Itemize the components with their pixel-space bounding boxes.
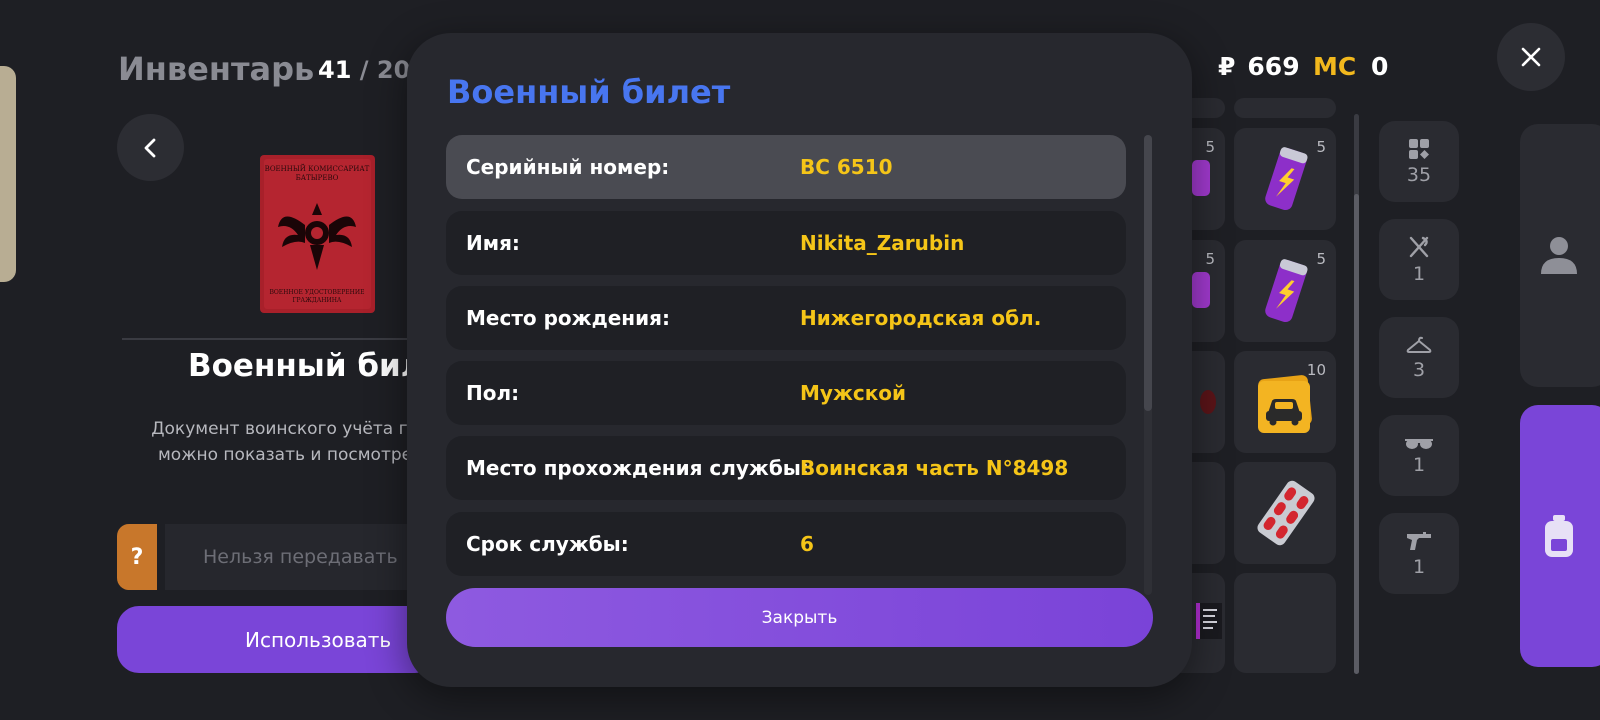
close-inventory-button[interactable] [1497, 23, 1565, 91]
chevron-left-icon [144, 138, 155, 157]
field-value: Мужской [800, 381, 907, 405]
field-label: Место рождения: [466, 306, 670, 330]
inventory-used: 41 [318, 56, 352, 84]
energy-drink-can-icon [1265, 147, 1308, 211]
inventory-slot[interactable]: 10 [1234, 351, 1336, 453]
field-label: Место прохождения службы: [466, 456, 809, 480]
field-row-service-term: Срок службы: 6 [446, 512, 1126, 576]
inventory-separator: / [359, 56, 369, 84]
field-label: Серийный номер: [466, 155, 670, 179]
item-description: Документ воинского учёта гра можно показ… [130, 416, 450, 468]
category-count: 3 [1412, 358, 1426, 381]
inventory-slot[interactable] [1234, 462, 1336, 564]
fork-knife-icon [1409, 236, 1429, 257]
inventory-slot[interactable]: 5 [1234, 128, 1336, 230]
field-label: Пол: [466, 381, 520, 405]
svg-text:ГРАЖДАНИНА: ГРАЖДАНИНА [293, 297, 342, 304]
category-count: 35 [1406, 163, 1432, 186]
slot-count: 5 [1316, 138, 1326, 156]
inventory-title: Инвентарь [118, 50, 315, 88]
field-row-serial: Серийный номер: ВС 6510 [446, 135, 1126, 199]
rub-value: 669 [1247, 52, 1300, 81]
category-all[interactable]: 35 [1379, 121, 1459, 202]
field-value: 6 [800, 532, 814, 556]
transfer-status: Нельзя передавать [165, 524, 425, 590]
partial-item-icon [1200, 390, 1216, 414]
military-id-passport-icon: ВОЕННЫЙ КОМИССАРИАТ БАТЫРЕВО ВОЕННОЕ УДО… [260, 155, 375, 313]
close-modal-button[interactable]: Закрыть [446, 588, 1153, 647]
inventory-screen: Инвентарь 41 / 200 ВОЕННЫЙ КОМИССАРИАТ Б… [0, 0, 1600, 720]
inventory-scrollbar[interactable] [1354, 114, 1359, 674]
modal-title: Военный билет [447, 73, 731, 111]
close-icon [1521, 47, 1541, 67]
item-description-line: можно показать и посмотрет [157, 445, 423, 465]
field-value: Nikita_Zarubin [800, 231, 965, 255]
category-clothes[interactable]: 3 [1379, 317, 1459, 398]
field-row-service-place: Место прохождения службы: Воинская часть… [446, 436, 1126, 500]
field-label: Имя: [466, 231, 520, 255]
hanger-icon [1406, 336, 1432, 353]
category-count: 1 [1412, 555, 1426, 578]
use-button[interactable]: Использовать [117, 606, 437, 673]
slot-count: 5 [1205, 250, 1215, 268]
ruble-icon: ₽ [1218, 52, 1236, 81]
inventory-slot[interactable]: 5 [1234, 240, 1336, 342]
car-card-icon [1258, 375, 1312, 433]
mc-value: 0 [1370, 52, 1389, 81]
svg-text:БАТЫРЕВО: БАТЫРЕВО [296, 174, 339, 182]
divider [122, 338, 412, 340]
item-description-line: Документ воинского учёта гра [151, 419, 429, 439]
field-value: Нижегородская обл. [800, 306, 1042, 330]
gun-icon [1407, 531, 1431, 550]
category-count: 1 [1412, 453, 1426, 476]
grid-icon [1409, 138, 1429, 159]
mc-balance: MC 0 [1313, 52, 1388, 81]
edge-tab[interactable] [0, 66, 16, 282]
partial-document-icon [1196, 603, 1222, 639]
category-weapons[interactable]: 1 [1379, 513, 1459, 594]
inventory-slot[interactable] [1234, 98, 1336, 118]
category-accessories[interactable]: 1 [1379, 415, 1459, 496]
slot-count: 5 [1205, 138, 1215, 156]
field-value: ВС 6510 [800, 155, 893, 179]
field-row-gender: Пол: Мужской [446, 361, 1126, 425]
mc-label: MC [1313, 52, 1357, 81]
inventory-slot[interactable] [1234, 573, 1336, 673]
document-modal: Военный билет Серийный номер: ВС 6510 Им… [407, 33, 1192, 687]
field-row-name: Имя: Nikita_Zarubin [446, 211, 1126, 275]
rub-balance: ₽ 669 [1218, 52, 1300, 81]
back-button[interactable] [117, 114, 184, 181]
document-fields[interactable]: Серийный номер: ВС 6510 Имя: Nikita_Zaru… [446, 135, 1126, 595]
side-tab-inventory[interactable] [1520, 405, 1600, 667]
slot-count: 5 [1316, 250, 1326, 268]
field-row-birthplace: Место рождения: Нижегородская обл. [446, 286, 1126, 350]
svg-text:ВОЕННОЕ УДОСТОВЕРЕНИЕ: ВОЕННОЕ УДОСТОВЕРЕНИЕ [269, 289, 364, 296]
backpack-icon [1545, 515, 1573, 557]
side-tab-character[interactable] [1520, 124, 1600, 387]
modal-scrollbar[interactable] [1144, 135, 1152, 595]
pill-blister-icon [1257, 480, 1315, 546]
glasses-icon [1405, 438, 1433, 449]
svg-text:ВОЕННЫЙ КОМИССАРИАТ: ВОЕННЫЙ КОМИССАРИАТ [265, 164, 370, 173]
scrollbar-thumb[interactable] [1354, 194, 1359, 674]
help-button[interactable]: ? [117, 524, 157, 590]
field-value: Воинская часть N°8498 [800, 456, 1069, 480]
person-icon [1541, 237, 1577, 274]
energy-drink-can-icon [1265, 259, 1308, 323]
scrollbar-thumb[interactable] [1144, 135, 1152, 411]
category-count: 1 [1412, 262, 1426, 285]
category-food[interactable]: 1 [1379, 219, 1459, 300]
field-label: Срок службы: [466, 532, 629, 556]
